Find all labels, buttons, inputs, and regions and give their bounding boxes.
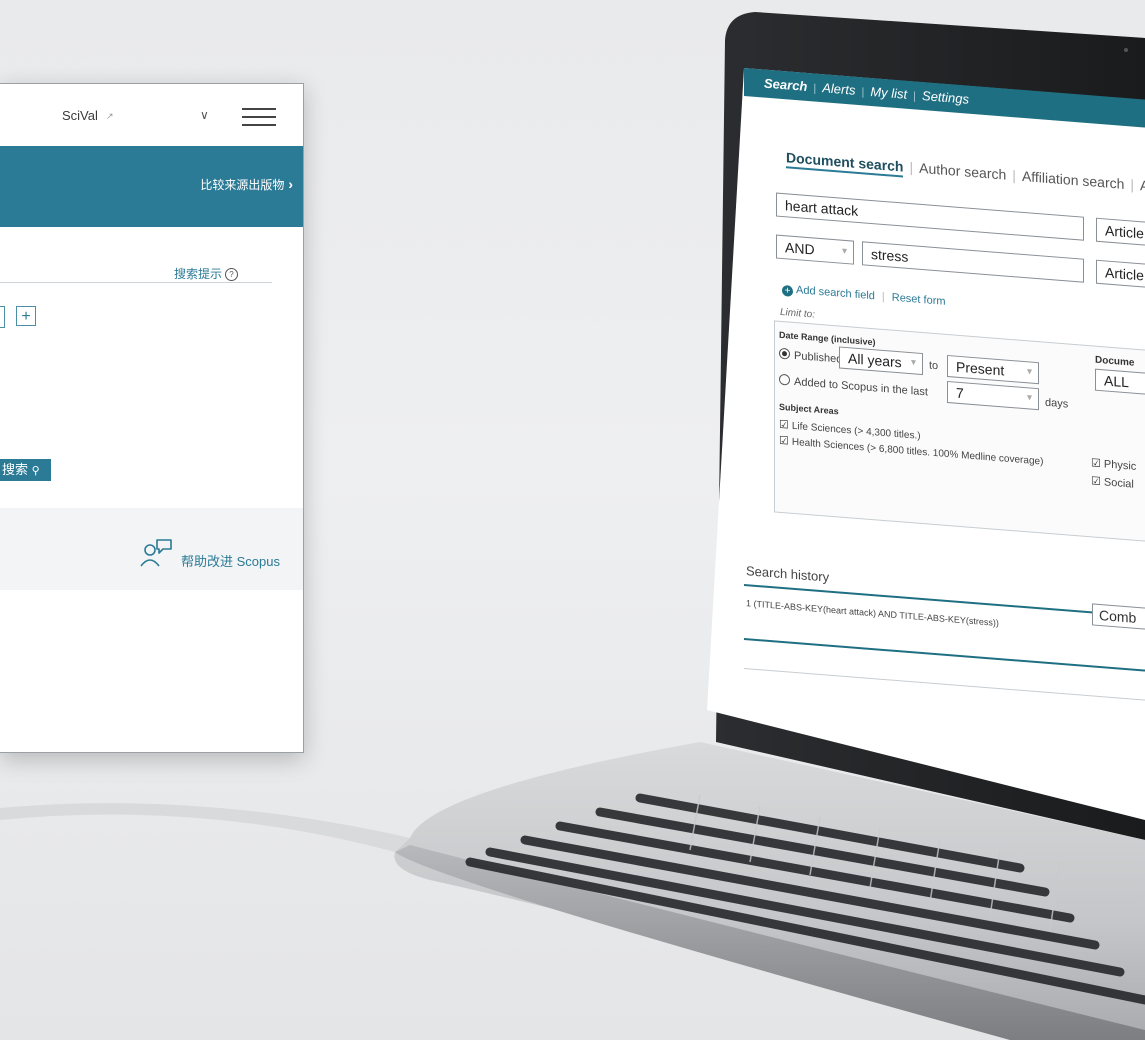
from-year-select[interactable]: All years [839, 346, 923, 376]
added-label: Added to Scopus in the last [794, 375, 928, 399]
radio-icon [779, 347, 790, 360]
search-button[interactable]: 搜索 ⚲ [0, 459, 51, 481]
history-divider [744, 668, 1145, 710]
date-range-label: Date Range (inclusive) [779, 329, 876, 348]
tab-document-search[interactable]: Document search [786, 149, 904, 178]
scival-link[interactable]: SciVal [62, 108, 98, 123]
search-button-label: 搜索 [2, 462, 29, 477]
add-search-field-link[interactable]: Add search field [796, 284, 875, 302]
radio-icon [779, 373, 790, 386]
add-icon: + [782, 284, 793, 297]
hamburger-menu-icon[interactable] [242, 108, 276, 132]
history-divider [744, 638, 1145, 681]
checkbox-icon: ☑ [779, 418, 789, 432]
days-select[interactable]: 7 [947, 380, 1039, 411]
published-label: Published [794, 349, 843, 366]
document-type-select[interactable]: ALL [1095, 368, 1145, 401]
search-icon: ⚲ [31, 465, 40, 477]
tab-author-search[interactable]: Author search [919, 160, 1006, 183]
checkbox-icon: ☑ [1091, 457, 1101, 471]
operator-select[interactable]: AND [776, 234, 854, 265]
subject-areas-label: Subject Areas [779, 401, 839, 417]
search-history-title: Search history [746, 563, 830, 585]
panel-banner: 比较来源出版物 › [0, 146, 303, 227]
tab-sep: | [1012, 167, 1016, 184]
nav-alerts[interactable]: Alerts [822, 80, 855, 98]
field-type-1[interactable]: Article T [1096, 217, 1145, 249]
physical-sciences-checkbox[interactable]: ☑ Physic [1091, 456, 1136, 473]
reset-form-link[interactable]: Reset form [892, 292, 946, 308]
help-circle-icon: ? [225, 268, 239, 281]
compare-sources-link[interactable]: 比较来源出版物 › [200, 176, 293, 193]
tab-advanced-search[interactable]: Ad [1140, 177, 1145, 194]
limit-to-label: Limit to: [780, 306, 816, 321]
to-label: to [929, 359, 939, 373]
social-sciences-checkbox[interactable]: ☑ Social [1091, 474, 1134, 490]
document-type-label: Docume [1095, 354, 1135, 369]
nav-sep: | [913, 90, 917, 103]
limit-box: Date Range (inclusive) Published All yea… [774, 320, 1145, 554]
combine-button[interactable]: Comb [1092, 603, 1145, 632]
top-nav: Search | Alerts | My list | Settings [744, 68, 1145, 137]
field-type-2[interactable]: Article T [1096, 259, 1145, 291]
field-edge[interactable] [0, 306, 5, 328]
tab-affiliation-search[interactable]: Affiliation search [1022, 168, 1124, 192]
laptop-screen: Search | Alerts | My list | Settings Document … [744, 68, 1145, 869]
scopus-panel: SciVal ↗ ∨ 比较来源出版物 › 搜索提示? + 搜索 ⚲ 帮助改进 Sc… [0, 83, 304, 753]
panel-footer: 帮助改进 Scopus [0, 508, 303, 590]
chevron-right-icon: › [288, 176, 293, 192]
feedback-people-icon [140, 539, 172, 567]
published-option[interactable]: Published [779, 347, 843, 366]
form-links: + Add search field | Reset form [782, 283, 946, 309]
search-tips-link[interactable]: 搜索提示? [174, 265, 239, 282]
search-input-underline [0, 282, 272, 283]
nav-search[interactable]: Search [764, 76, 807, 94]
compare-sources-label: 比较来源出版物 [200, 178, 285, 192]
tab-sep: | [1130, 176, 1135, 193]
help-improve-link[interactable]: 帮助改进 Scopus [181, 551, 280, 570]
days-label: days [1045, 396, 1069, 411]
search-field-1[interactable]: heart attack [776, 192, 1084, 241]
search-tabs: Document search | Author search | Affiliatio… [786, 149, 1145, 195]
chevron-down-icon[interactable]: ∨ [200, 108, 209, 122]
checkbox-icon: ☑ [779, 434, 789, 448]
nav-settings[interactable]: Settings [922, 88, 969, 107]
nav-sep: | [861, 86, 865, 99]
physical-label: Physic [1103, 458, 1137, 473]
search-tips-label: 搜索提示 [174, 267, 223, 281]
nav-sep: | [813, 82, 817, 95]
link-sep: | [881, 290, 885, 304]
nav-mylist[interactable]: My list [870, 84, 907, 102]
tab-sep: | [909, 159, 914, 176]
to-year-select[interactable]: Present [947, 354, 1039, 385]
added-option[interactable]: Added to Scopus in the last [779, 373, 928, 399]
add-field-button[interactable]: + [16, 306, 36, 326]
search-field-2[interactable]: stress [862, 241, 1084, 283]
social-label: Social [1103, 476, 1134, 491]
checkbox-icon: ☑ [1091, 475, 1101, 489]
external-link-icon: ↗ [106, 111, 114, 121]
panel-header: SciVal ↗ ∨ [0, 84, 303, 146]
